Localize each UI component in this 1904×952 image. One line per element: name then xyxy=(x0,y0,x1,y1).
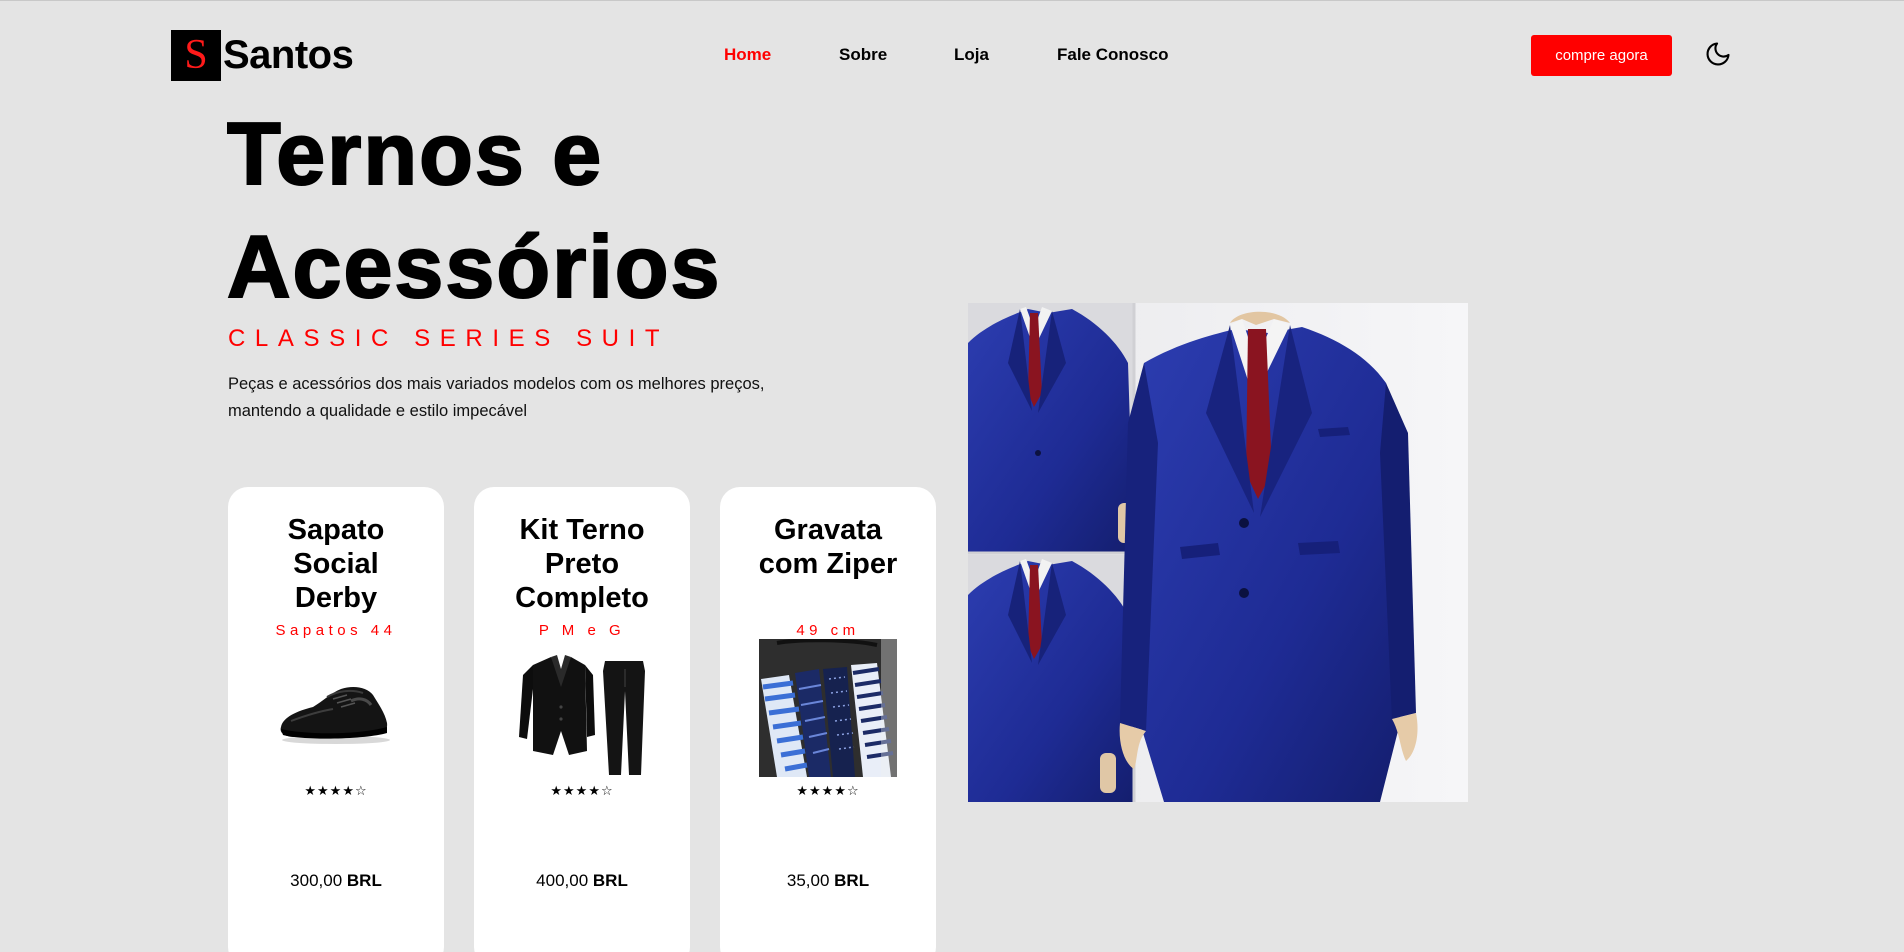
nav-home[interactable]: Home xyxy=(724,45,771,65)
price-value: 400,00 xyxy=(536,871,589,890)
hero-title: Ternos e Acessórios xyxy=(226,97,927,323)
product-price: 35,00 BRL xyxy=(720,871,936,891)
product-name: Gravata com Ziper xyxy=(758,514,898,580)
hero-description: Peças e acessórios dos mais variados mod… xyxy=(228,375,765,420)
product-card[interactable]: Sapato Social Derby Sapatos 44 ★★★★☆ 300… xyxy=(228,487,444,952)
product-rating: ★★★★☆ xyxy=(550,783,614,798)
product-name: Kit Terno Preto Completo xyxy=(515,514,649,614)
price-currency: BRL xyxy=(592,871,628,890)
nav-fale-conosco[interactable]: Fale Conosco xyxy=(1057,45,1168,65)
product-tag: Sapatos 44 xyxy=(275,622,397,639)
ties-image xyxy=(759,639,897,777)
site-header: S Santos Home Sobre Loja Fale Conosco co… xyxy=(0,1,1904,109)
hero-title-line-2: Acessórios xyxy=(226,216,722,317)
logo-letter: S xyxy=(184,32,208,78)
black-suit-image xyxy=(513,639,651,777)
product-card[interactable]: Kit Terno Preto Completo P M e G ★★★★☆ 4… xyxy=(474,487,690,952)
product-card[interactable]: Gravata com Ziper 49 cm ★★★★☆ 35,00 BRL xyxy=(720,487,936,952)
logo-mark: S xyxy=(171,29,221,81)
price-value: 300,00 xyxy=(290,871,343,890)
hero-title-line-1: Ternos e xyxy=(226,103,604,204)
product-rating: ★★★★☆ xyxy=(304,783,368,798)
hero-subtitle: CLASSIC SERIES SUIT xyxy=(228,325,670,352)
price-currency: BRL xyxy=(834,871,870,890)
nav-sobre[interactable]: Sobre xyxy=(839,45,887,65)
price-value: 35,00 xyxy=(786,871,830,890)
nav-loja[interactable]: Loja xyxy=(954,45,989,65)
buy-now-button[interactable]: compre agora xyxy=(1531,35,1672,76)
theme-toggle[interactable] xyxy=(1703,39,1733,69)
hero-suit-image xyxy=(968,303,1468,802)
brand-name: Santos xyxy=(223,32,354,77)
price-currency: BRL xyxy=(346,871,382,890)
moon-icon xyxy=(1706,42,1730,66)
product-name: Sapato Social Derby xyxy=(287,514,385,614)
product-price: 300,00 BRL xyxy=(228,871,444,891)
product-rating: ★★★★☆ xyxy=(796,783,860,798)
product-price: 400,00 BRL xyxy=(474,871,690,891)
product-tag: P M e G xyxy=(538,622,626,639)
product-tag: 49 cm xyxy=(796,622,860,639)
brand-logo[interactable]: S Santos xyxy=(171,29,354,81)
black-shoe-image xyxy=(267,639,405,777)
